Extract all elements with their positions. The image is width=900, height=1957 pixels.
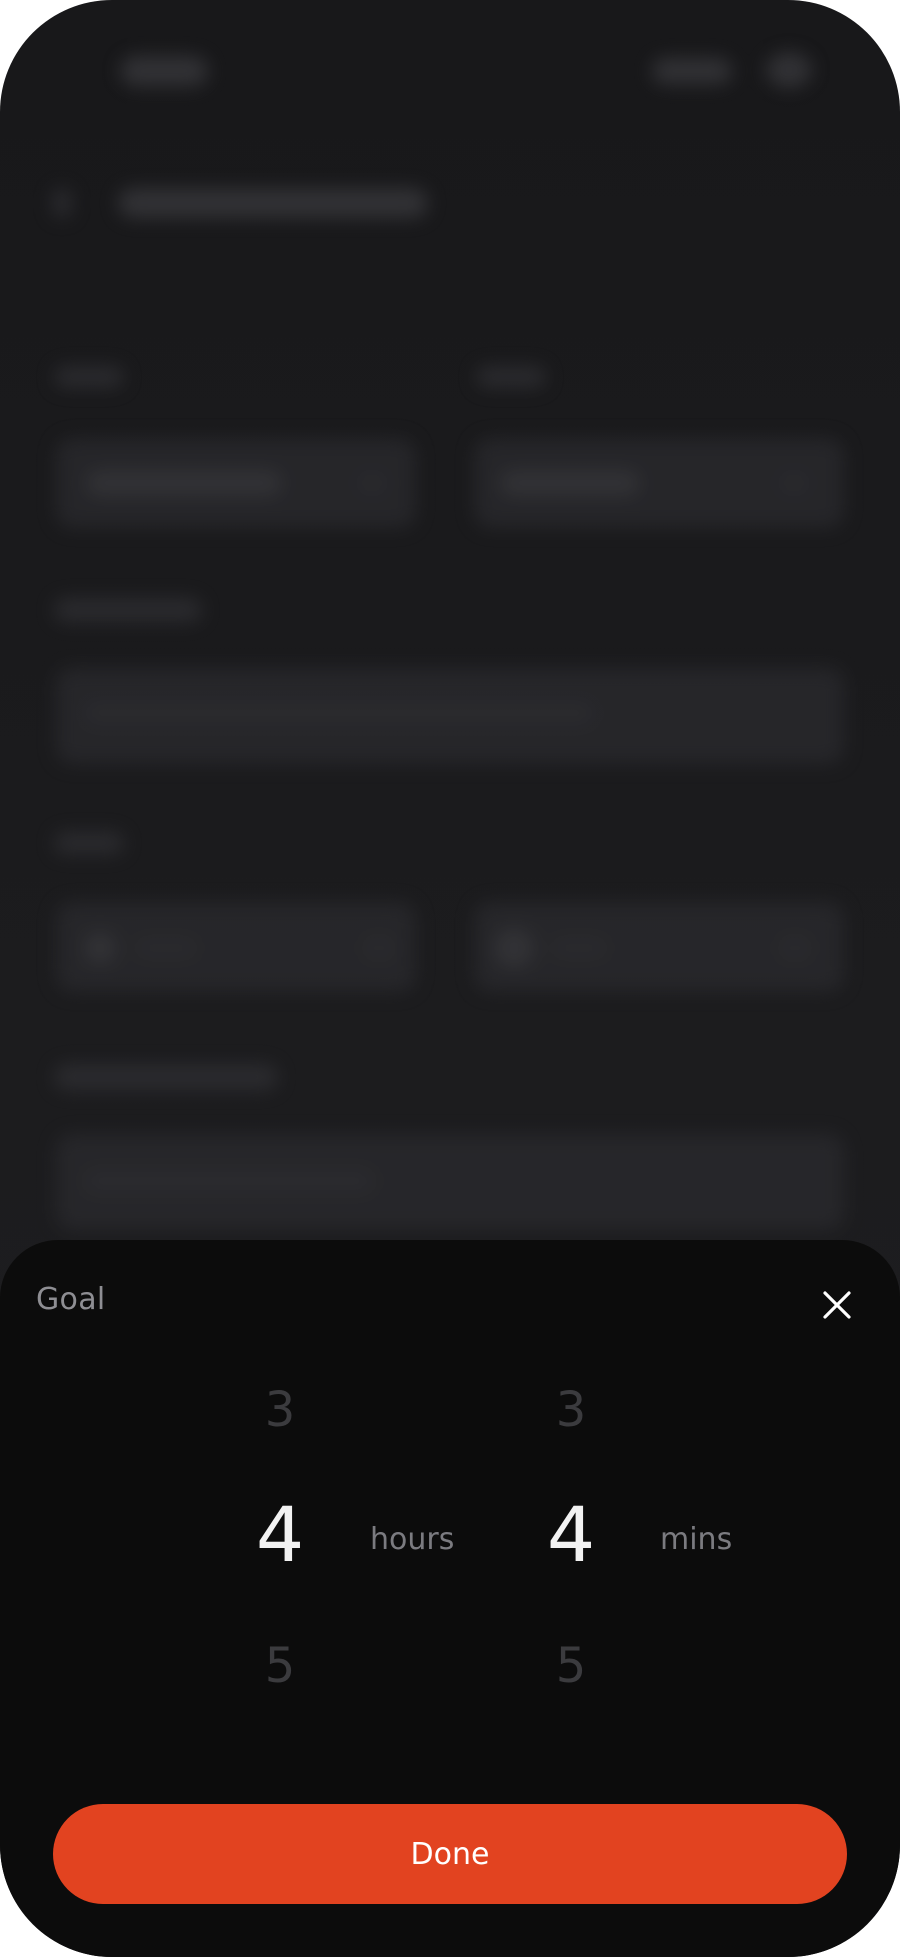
chevron-blur <box>364 938 394 958</box>
field-value-blur <box>552 940 606 956</box>
minutes-selected-value[interactable]: 4 <box>511 1490 631 1579</box>
status-bar-time-blur <box>120 56 208 86</box>
field-value-blur <box>136 940 196 956</box>
back-arrow-blur <box>52 188 72 218</box>
close-button[interactable] <box>816 1284 858 1326</box>
hours-option-below[interactable]: 5 <box>220 1638 340 1694</box>
field-value-blur <box>84 1170 374 1192</box>
label-blur <box>54 366 124 388</box>
minutes-option-above[interactable]: 3 <box>511 1382 631 1438</box>
close-icon <box>823 1291 851 1319</box>
phone-screen: Goal 3 4 5 hours 3 4 5 mins Done <box>0 0 900 1957</box>
label-blur <box>54 1064 278 1090</box>
minutes-unit-label: mins <box>660 1522 733 1557</box>
minutes-option-below[interactable]: 5 <box>511 1638 631 1694</box>
field-value-blur <box>86 470 282 496</box>
hours-selected-value[interactable]: 4 <box>220 1490 340 1579</box>
hours-option-above[interactable]: 3 <box>220 1382 340 1438</box>
field-value-blur <box>500 470 640 496</box>
battery-blur <box>766 52 812 88</box>
status-icons-blur <box>652 58 732 84</box>
chevron-blur <box>358 474 386 492</box>
done-button[interactable]: Done <box>53 1804 847 1904</box>
label-blur <box>476 366 546 388</box>
label-blur <box>54 832 124 854</box>
chevron-blur <box>780 938 810 958</box>
dot-blur <box>494 928 534 968</box>
dot-blur <box>84 932 116 964</box>
field-value-blur <box>84 702 594 724</box>
hours-unit-label: hours <box>370 1522 455 1557</box>
label-blur <box>54 598 202 622</box>
sheet-title: Goal <box>36 1282 106 1317</box>
chevron-blur <box>780 474 808 492</box>
header-title-blur <box>118 188 428 218</box>
